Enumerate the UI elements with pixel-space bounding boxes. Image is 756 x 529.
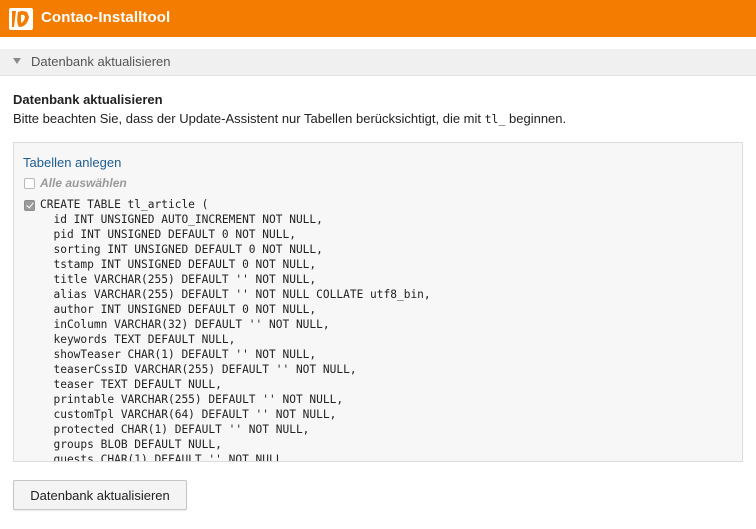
triangle-down-icon[interactable] [13,58,21,64]
sql-line: printable VARCHAR(255) DEFAULT '' NOT NU… [53,393,344,406]
sql-line: sorting INT UNSIGNED DEFAULT 0 NOT NULL, [53,243,323,256]
sql-line: tstamp INT UNSIGNED DEFAULT 0 NOT NULL, [53,258,317,271]
sql-line: CREATE TABLE tl_article ( [40,198,209,211]
sql-line: alias VARCHAR(255) DEFAULT '' NOT NULL C… [53,288,431,301]
sql-line: keywords TEXT DEFAULT NULL, [53,333,236,346]
sql-line: customTpl VARCHAR(64) DEFAULT '' NOT NUL… [53,408,337,421]
sql-line: title VARCHAR(255) DEFAULT '' NOT NULL, [53,273,317,286]
intro-text-before: Bitte beachten Sie, dass der Update-Assi… [13,111,485,126]
sql-statement-checkbox[interactable] [24,200,35,211]
sql-line: inColumn VARCHAR(32) DEFAULT '' NOT NULL… [53,318,330,331]
app-header: Contao-Installtool [0,0,756,37]
contao-logo-icon [9,8,33,30]
table-prefix-code: tl_ [484,112,506,126]
app-title: Contao-Installtool [41,9,171,26]
select-all-option[interactable]: Alle auswählen [24,176,127,190]
panel-heading: Tabellen anlegen [23,155,122,170]
sql-line: teaserCssID VARCHAR(255) DEFAULT '' NOT … [53,363,357,376]
sql-line: guests CHAR(1) DEFAULT '' NOT NULL, [40,453,290,462]
sql-line: id INT UNSIGNED AUTO_INCREMENT NOT NULL, [53,213,323,226]
sql-line: groups BLOB DEFAULT NULL, [53,438,222,451]
sql-line: pid INT UNSIGNED DEFAULT 0 NOT NULL, [53,228,296,241]
page-title: Datenbank aktualisieren [13,92,163,107]
sql-line: protected CHAR(1) DEFAULT '' NOT NULL, [53,423,310,436]
sql-line: showTeaser CHAR(1) DEFAULT '' NOT NULL, [53,348,317,361]
intro-text: Bitte beachten Sie, dass der Update-Assi… [13,111,566,126]
sql-line: author INT UNSIGNED DEFAULT 0 NOT NULL, [53,303,317,316]
section-header[interactable]: Datenbank aktualisieren [0,49,756,76]
sql-statement: CREATE TABLE tl_article ( id INT UNSIGNE… [40,197,431,462]
select-all-checkbox[interactable] [24,177,35,189]
select-all-label[interactable]: Alle auswählen [40,176,127,190]
intro-text-after: beginnen. [505,111,567,126]
update-database-button[interactable]: Datenbank aktualisieren [13,480,187,510]
sql-line: teaser TEXT DEFAULT NULL, [53,378,222,391]
section-title[interactable]: Datenbank aktualisieren [31,54,170,69]
sql-statement-option[interactable]: CREATE TABLE tl_article ( id INT UNSIGNE… [24,197,431,462]
sql-panel[interactable]: Tabellen anlegen Alle auswählen CREATE T… [13,142,743,462]
